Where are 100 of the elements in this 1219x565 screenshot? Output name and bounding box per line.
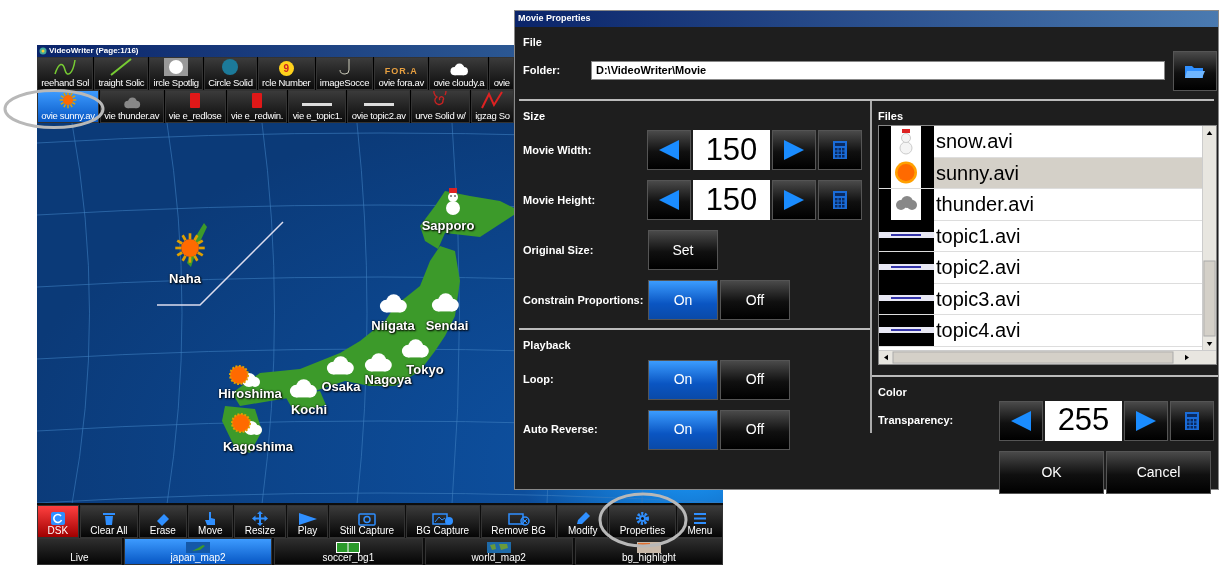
clip-button[interactable]: ircle Spotlig — [149, 57, 203, 90]
file-list-item[interactable]: topic4.avi — [879, 315, 1203, 347]
toggle-button[interactable]: Off — [720, 359, 790, 400]
toolbar-button[interactable]: Remove BG — [480, 505, 557, 539]
toolbar-button[interactable]: Clear All — [79, 505, 139, 539]
city-label: Sapporo — [421, 217, 475, 236]
file-list-item[interactable]: thunder.avi — [879, 189, 1203, 221]
value-field[interactable]: 150 — [693, 180, 770, 220]
sun-icon — [174, 231, 206, 264]
city-label: Kochi — [290, 401, 328, 420]
toggle-button[interactable]: Off — [720, 409, 790, 450]
toolbar-button[interactable]: Resize — [234, 505, 286, 539]
calculator-icon — [833, 191, 847, 209]
background-tab[interactable]: japan_map2 — [124, 538, 273, 565]
section-heading: Color — [878, 385, 907, 400]
right-arrow-icon — [1135, 409, 1157, 432]
field-label: Transparency: — [878, 413, 955, 429]
toolbar-button[interactable]: BG Capture — [405, 505, 480, 539]
horizontal-scrollbar[interactable] — [879, 350, 1216, 364]
background-tab[interactable]: Live — [37, 538, 122, 565]
file-list-item[interactable]: topic2.avi — [879, 252, 1203, 284]
clip-button[interactable]: vie thunder.av — [100, 89, 164, 123]
background-tab[interactable]: bg_highlight — [574, 538, 723, 565]
image-remove-icon — [507, 510, 530, 526]
clip-button[interactable]: ovie — [489, 57, 515, 90]
field-label: Constrain Proportions: — [523, 292, 645, 308]
increase-button[interactable] — [772, 130, 816, 170]
browse-folder-button[interactable] — [1173, 50, 1217, 91]
dialog-button[interactable]: OK — [999, 450, 1104, 494]
right-arrow-icon — [783, 139, 805, 161]
clip-button[interactable]: vie e_redwin. — [226, 89, 288, 123]
video-thumbnail — [879, 251, 934, 283]
value-field[interactable]: 255 — [1045, 400, 1122, 441]
toggle-button[interactable]: On — [648, 280, 718, 320]
calculator-button[interactable] — [818, 180, 862, 220]
calculator-button[interactable] — [1170, 400, 1214, 441]
clip-button[interactable]: Circle Solid — [204, 57, 257, 90]
clip-button[interactable]: 9 rcle Number — [257, 57, 315, 90]
clip-button[interactable]: FOR.A ovie fora.av — [374, 57, 429, 90]
toggle-button[interactable]: On — [648, 409, 718, 450]
toggle-button[interactable]: Off — [720, 280, 790, 320]
city-label: Naha — [169, 270, 201, 289]
toolbar-button[interactable]: Move — [187, 505, 234, 539]
decrease-button[interactable] — [999, 400, 1043, 441]
left-arrow-icon — [1010, 409, 1032, 432]
decrease-button[interactable] — [647, 180, 691, 220]
field-label: Original Size: — [523, 242, 595, 258]
clip-button[interactable]: igzag So — [470, 89, 515, 123]
city-label: Hiroshima — [218, 385, 282, 404]
file-name: snow.avi — [936, 129, 1013, 155]
value-field[interactable]: 150 — [693, 130, 770, 170]
right-arrow-icon — [783, 189, 805, 211]
file-list-item[interactable]: sunny.avi — [879, 157, 1203, 189]
set-button[interactable]: Set — [648, 230, 718, 270]
dialog-button[interactable]: Cancel — [1106, 450, 1211, 494]
calculator-button[interactable] — [818, 130, 862, 170]
settings-icon — [634, 510, 650, 526]
clip-button[interactable]: traight Solic — [94, 57, 149, 90]
cloud-icon — [121, 97, 142, 110]
field-label: Auto Reverse: — [523, 422, 599, 438]
zigzag-icon — [481, 91, 504, 110]
toolbar-button[interactable]: Still Capture — [329, 505, 405, 539]
move-arrows-icon — [252, 510, 268, 526]
left-arrow-icon — [658, 189, 680, 211]
background-tab[interactable]: world_map2 — [424, 538, 573, 565]
toggle-button[interactable]: On — [648, 359, 718, 400]
camera-icon — [357, 510, 376, 526]
background-tab[interactable]: soccer_bg1 — [274, 538, 423, 565]
folder-field[interactable]: D:\VideoWriter\Movie — [591, 61, 1165, 80]
toolbar-button[interactable]: Modify — [557, 505, 609, 539]
clip-button[interactable]: urve Solid w/ — [410, 89, 470, 123]
decrease-button[interactable] — [647, 130, 691, 170]
video-thumbnail — [879, 314, 934, 346]
vertical-scrollbar[interactable] — [1202, 126, 1216, 351]
card-icon — [189, 92, 202, 110]
toolbar-button[interactable]: DSK — [37, 505, 79, 539]
play-icon — [297, 510, 318, 526]
toolbar-button[interactable]: Play — [286, 505, 329, 539]
toolbar-button[interactable]: Erase — [139, 505, 187, 539]
increase-button[interactable] — [1124, 400, 1168, 441]
clip-button[interactable]: ovie topic2.av — [347, 89, 410, 123]
clip-button[interactable]: ovie cloudy.a — [429, 57, 489, 90]
sun-icon — [59, 91, 78, 110]
toolbar-button[interactable]: Menu — [676, 505, 723, 539]
increase-button[interactable] — [772, 180, 816, 220]
file-name: topic3.avi — [936, 286, 1021, 312]
calculator-icon — [1185, 411, 1199, 430]
clip-button[interactable]: imageSocce — [315, 57, 374, 90]
file-list-item[interactable]: snow.avi — [879, 126, 1203, 158]
file-list-item[interactable]: topic1.avi — [879, 220, 1203, 252]
field-label: Folder: — [523, 63, 562, 79]
city-label: Niigata — [371, 317, 415, 336]
field-label: Movie Height: — [523, 192, 597, 208]
toolbar-button[interactable]: Properties — [609, 505, 676, 539]
left-arrow-icon — [658, 139, 680, 161]
clip-button[interactable]: vie e_topic1. — [288, 89, 347, 123]
clip-button[interactable]: vie e_redlose — [164, 89, 226, 123]
section-heading: File — [523, 35, 542, 50]
file-list-item[interactable]: topic3.avi — [879, 283, 1203, 315]
clip-button[interactable]: reehand Sol — [37, 57, 94, 90]
